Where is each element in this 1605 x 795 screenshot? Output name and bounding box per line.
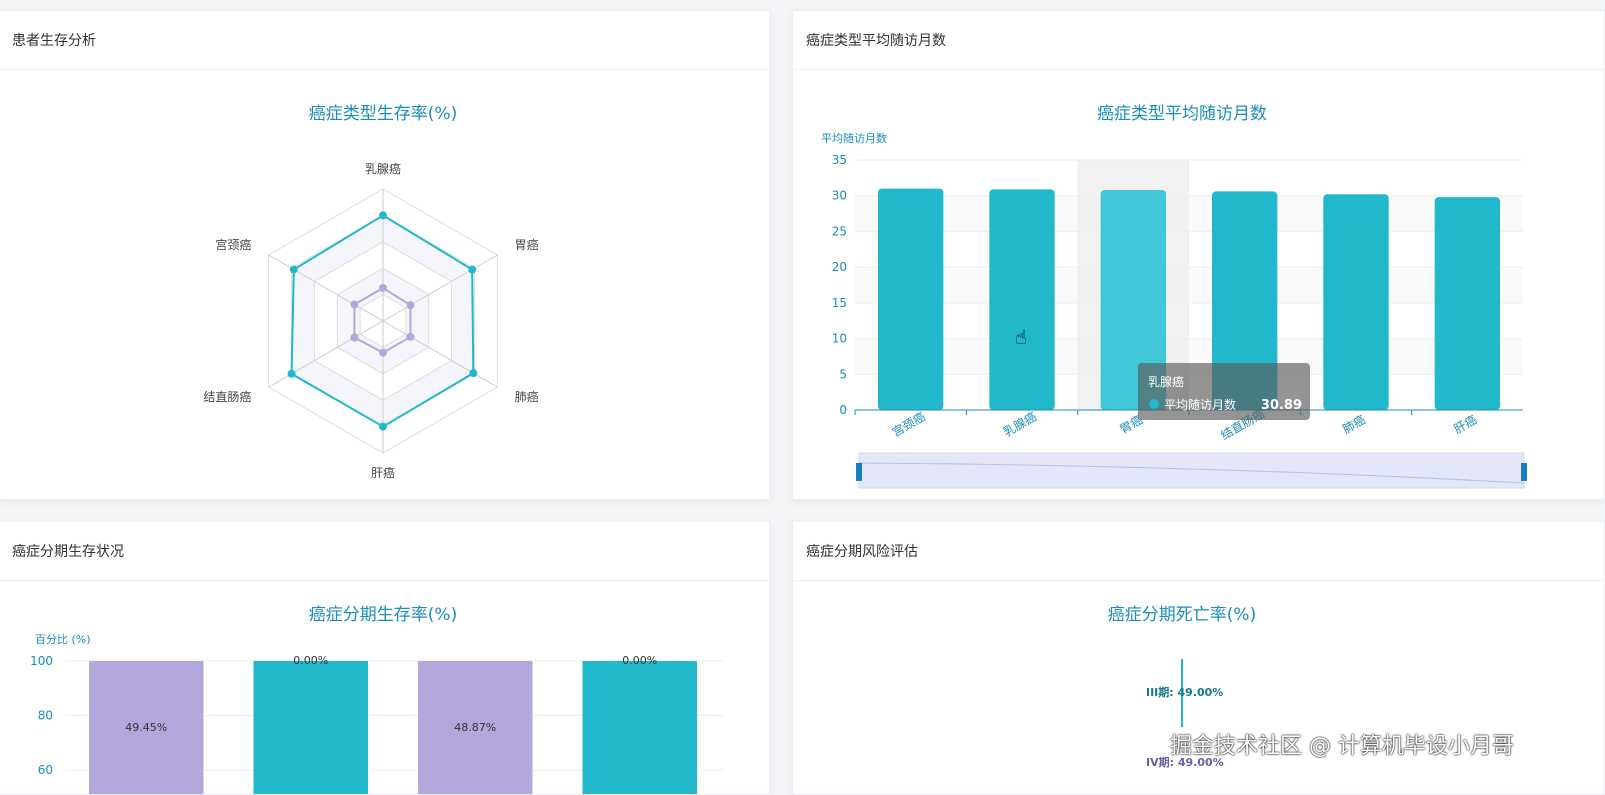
radar-point: [379, 211, 387, 220]
radar-point: [287, 369, 296, 378]
survival-card: 患者生存分析 癌症类型生存率(%) 乳腺癌胃癌肺癌肝癌 结直肠癌 宫颈癌: [0, 10, 770, 500]
radar-indicator-label: 肝癌: [371, 465, 395, 480]
radar-point: [350, 333, 359, 342]
radar-indicator-label: 结直肠癌: [203, 389, 251, 404]
datazoom-handle-left: [856, 463, 862, 481]
bar-label: 0.00%: [622, 654, 657, 667]
radar-indicator-label: 胃癌: [515, 237, 539, 252]
stage-risk-chart: 癌症分期死亡率(%)III期: 49.00%IV期: 49.00%: [1108, 605, 1256, 769]
y-axis-label: 百分比 (%): [35, 633, 91, 646]
chart-title: 癌症分期生存率(%): [309, 605, 457, 625]
tooltip-series: 平均随访月数: [1164, 397, 1236, 412]
tooltip: 乳腺癌平均随访月数 30.89: [1138, 363, 1310, 420]
radar-chart: 癌症类型生存率(%) 乳腺癌胃癌肺癌肝癌 结直肠癌 宫颈癌: [203, 104, 539, 480]
bar-label: 0.00%: [293, 654, 328, 667]
chart-title: 癌症分期死亡率(%): [1108, 605, 1256, 625]
card-title: 癌症分期生存状况: [0, 522, 769, 581]
radar-indicator-label: 乳腺癌: [365, 161, 401, 176]
pie-label: III期: 49.00%: [1146, 685, 1223, 699]
radar-point: [469, 369, 478, 378]
tooltip-marker: [1149, 399, 1159, 409]
y-tick-label: 0: [839, 403, 847, 417]
bar: [989, 189, 1055, 410]
datazoom-slider: [858, 452, 1525, 489]
radar-point: [379, 422, 387, 431]
bar-label: 48.87%: [454, 721, 496, 734]
radar-point: [289, 265, 298, 274]
y-tick-label: 80: [38, 709, 53, 723]
radar-indicator-label: 宫颈癌: [215, 237, 251, 252]
y-tick-label: 30: [832, 189, 847, 203]
bar: [253, 661, 368, 794]
y-tick-label: 5: [839, 367, 847, 381]
cursor-icon: ☝: [1015, 325, 1027, 349]
stage-survival-card: 癌症分期生存状况 癌症分期生存率(%) 百分比 (%) 60 80 100 49.45% 0…: [0, 521, 770, 795]
y-tick-label: 20: [832, 260, 847, 274]
radar-point: [379, 284, 387, 292]
bar: [1434, 197, 1500, 410]
x-tick-label: 宫颈癌: [889, 409, 928, 440]
tooltip-title: 乳腺癌: [1148, 374, 1184, 389]
bar-label: 49.45%: [125, 721, 167, 734]
card-title: 患者生存分析: [0, 11, 769, 70]
y-tick-label: 60: [38, 763, 53, 777]
card-title: 癌症类型平均随访月数: [793, 11, 1604, 70]
radar-point: [379, 348, 387, 357]
x-tick-label: 肺癌: [1340, 412, 1368, 437]
radar-point: [468, 265, 477, 274]
radar-point: [406, 301, 415, 310]
followup-bar-chart[interactable]: 癌症类型平均随访月数平均随访月数05101520253035宫颈癌 乳腺癌 胃癌 结直…: [793, 70, 1605, 500]
followup-card: 癌症类型平均随访月数 癌症类型平均随访月数平均随访月数 0 5 10 15 20 25 30 3…: [792, 10, 1605, 500]
watermark: 掘金技术社区 @ 计算机毕设小月哥: [1170, 734, 1514, 759]
radar-point: [350, 300, 359, 309]
radar-point: [406, 332, 415, 341]
y-tick-label: 100: [30, 654, 53, 668]
bar: [878, 188, 944, 410]
x-tick-label: 肝癌: [1451, 412, 1479, 437]
datazoom-handle-right: [1521, 463, 1527, 481]
bar: [1323, 194, 1389, 410]
bar: [582, 661, 697, 794]
y-tick-label: 35: [832, 153, 847, 167]
y-tick-label: 10: [832, 332, 847, 346]
y-tick-label: 15: [832, 296, 847, 310]
chart-title: 癌症类型平均随访月数: [1097, 104, 1267, 124]
card-title: 癌症分期风险评估: [793, 522, 1604, 581]
x-tick-label: 乳腺癌: [1000, 409, 1039, 440]
tooltip-value: 30.89: [1261, 398, 1302, 413]
stage-survival-chart: 癌症分期生存率(%) 百分比 (%) 60 80 100 49.45% 0.00% 48.87…: [30, 605, 723, 794]
y-tick-label: 25: [832, 224, 847, 238]
y-axis-label: 平均随访月数: [821, 131, 887, 145]
chart-title: 癌症类型生存率(%): [309, 104, 457, 124]
radar-indicator-label: 肺癌: [515, 389, 539, 404]
